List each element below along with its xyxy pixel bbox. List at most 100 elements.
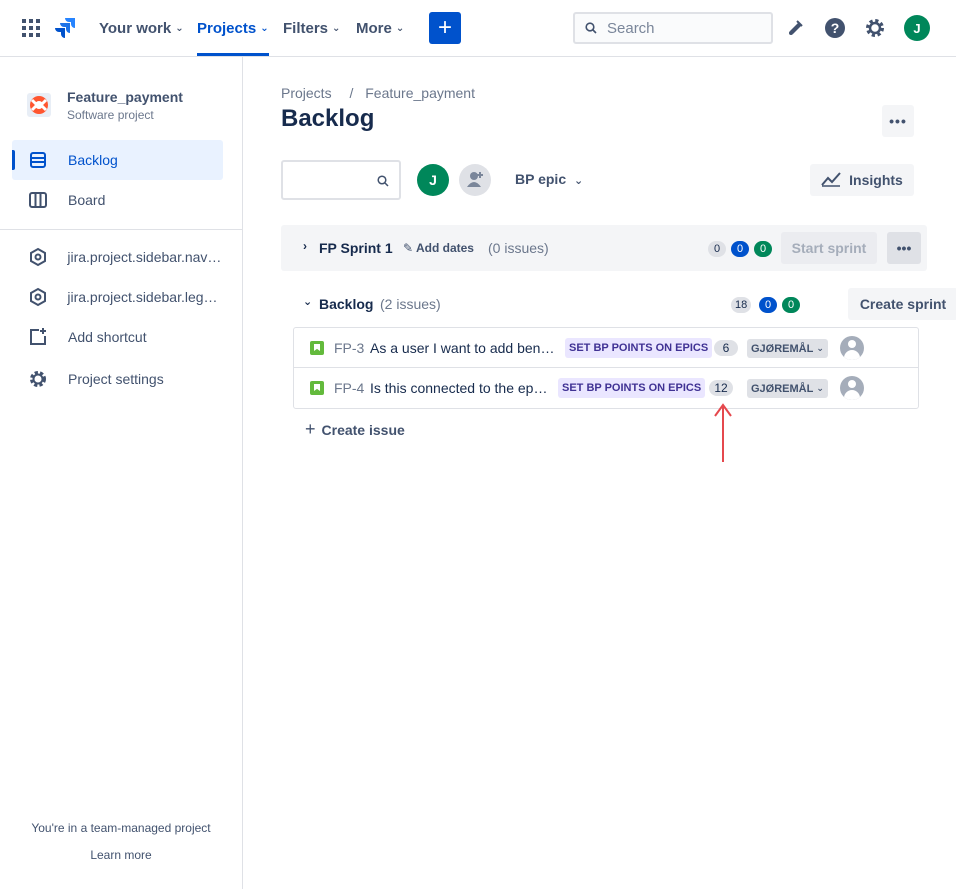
issue-summary[interactable]: As a user I want to add beneficiaries <box>370 340 556 356</box>
nav-label: More <box>356 19 392 37</box>
backlog-header: ⌄ Backlog (2 issues) 18 0 0 Create sprin… <box>281 287 956 321</box>
sidebar-item-label: Add shortcut <box>68 329 147 345</box>
nav-more[interactable]: More ⌄ <box>356 0 404 56</box>
help-icon[interactable]: ? <box>821 14 849 42</box>
sidebar-item-label: Project settings <box>68 371 164 387</box>
epic-filter-label: BP epic <box>515 171 567 187</box>
insights-button[interactable]: Insights <box>810 164 914 196</box>
issue-key[interactable]: FP-4 <box>334 380 364 396</box>
search-box[interactable] <box>573 12 773 44</box>
story-points-badge[interactable]: 12 <box>709 380 733 396</box>
more-icon: ••• <box>889 113 907 129</box>
epic-lozenge[interactable]: SET BP POINTS ON EPICS <box>558 378 706 398</box>
in-progress-count-badge: 0 <box>759 297 777 313</box>
board-icon <box>26 188 50 212</box>
main-content: Projects / Feature_payment Backlog ••• J… <box>243 57 956 889</box>
issue-key[interactable]: FP-3 <box>334 340 364 356</box>
todo-count-badge: 0 <box>708 241 726 257</box>
nav-label: Projects <box>197 19 257 37</box>
hexagon-icon <box>26 245 49 269</box>
sprint-issue-count: (0 issues) <box>488 240 549 256</box>
nav-projects[interactable]: Projects ⌄ <box>197 0 269 56</box>
create-button[interactable]: + <box>429 12 461 44</box>
start-sprint-button[interactable]: Start sprint <box>781 232 877 264</box>
create-issue-label: Create issue <box>321 421 405 438</box>
create-sprint-button[interactable]: Create sprint <box>848 288 956 320</box>
sidebar-divider <box>0 229 242 230</box>
status-dropdown[interactable]: GJØREMÅL ⌄ <box>747 379 828 398</box>
hexagon-icon <box>26 285 49 309</box>
project-name[interactable]: Feature_payment <box>67 89 183 105</box>
add-dates-link[interactable]: ✎ Add dates <box>403 241 474 255</box>
chevron-down-icon[interactable]: ⌄ <box>303 295 312 308</box>
sidebar-item-label: Board <box>68 192 106 208</box>
issue-summary[interactable]: Is this connected to the epic? <box>370 380 548 396</box>
sidebar-item-legacy[interactable]: jira.project.sidebar.legacy.item <box>12 277 223 317</box>
profile-avatar[interactable]: J <box>904 15 930 41</box>
annotation-arrow-icon <box>714 403 732 462</box>
settings-gear-icon[interactable] <box>861 14 889 42</box>
project-avatar-icon <box>27 93 51 117</box>
nav-filters[interactable]: Filters ⌄ <box>283 0 340 56</box>
backlog-issue-count: (2 issues) <box>380 296 441 312</box>
done-count-badge: 0 <box>754 241 772 257</box>
chevron-right-icon[interactable]: › <box>303 239 307 253</box>
page-title: Backlog <box>281 105 375 132</box>
epic-filter-dropdown[interactable]: BP epic ⌄ <box>515 171 583 187</box>
chevron-down-icon: ⌄ <box>395 22 405 34</box>
backlog-icon <box>26 148 50 172</box>
breadcrumb: Projects / Feature_payment <box>281 85 481 101</box>
add-people-button[interactable] <box>459 164 491 196</box>
sidebar-item-label: jira.project.sidebar.legacy.item <box>67 289 223 305</box>
more-icon: ••• <box>896 240 912 256</box>
jira-logo-icon[interactable] <box>54 17 76 39</box>
nav-label: Your work <box>99 19 172 37</box>
notifications-icon[interactable] <box>781 14 809 42</box>
sidebar-item-label: jira.project.sidebar.navigation.item <box>67 249 223 265</box>
sidebar-item-backlog[interactable]: Backlog <box>12 140 223 180</box>
chevron-down-icon: ⌄ <box>175 22 184 34</box>
plus-icon: + <box>305 419 316 439</box>
plus-icon: + <box>437 14 452 41</box>
chevron-down-icon: ⌄ <box>816 343 824 353</box>
breadcrumb-separator: / <box>349 85 354 101</box>
project-type: Software project <box>67 108 154 122</box>
add-dates-label: Add dates <box>415 241 474 255</box>
chevron-down-icon: ⌄ <box>260 22 269 34</box>
sidebar-item-navigation[interactable]: jira.project.sidebar.navigation.item <box>12 237 223 277</box>
chevron-down-icon: ⌄ <box>816 383 824 393</box>
breadcrumb-projects[interactable]: Projects <box>281 85 332 101</box>
breadcrumb-project[interactable]: Feature_payment <box>365 85 475 101</box>
project-sidebar: Feature_payment Software project Backlog… <box>0 57 243 889</box>
issue-row[interactable]: FP-3 As a user I want to add beneficiari… <box>294 328 918 368</box>
chart-icon <box>821 171 849 190</box>
search-input[interactable] <box>607 19 757 37</box>
nav-your-work[interactable]: Your work ⌄ <box>99 0 184 56</box>
done-count-badge: 0 <box>782 297 800 313</box>
more-actions-button[interactable]: ••• <box>882 105 914 137</box>
assignee-filter-avatar[interactable]: J <box>417 164 449 196</box>
unassigned-avatar-icon[interactable] <box>840 376 864 400</box>
app-switcher-icon[interactable] <box>22 19 40 37</box>
sidebar-item-board[interactable]: Board <box>12 180 223 220</box>
create-issue-button[interactable]: + Create issue <box>305 419 405 440</box>
status-dropdown[interactable]: GJØREMÅL ⌄ <box>747 339 828 358</box>
backlog-search-input[interactable] <box>281 160 401 200</box>
gear-icon <box>26 367 50 391</box>
status-label: GJØREMÅL <box>751 382 814 395</box>
pencil-icon: ✎ <box>403 241 414 255</box>
sidebar-item-add-shortcut[interactable]: Add shortcut <box>12 317 223 357</box>
learn-more-link[interactable]: Learn more <box>0 848 242 862</box>
epic-lozenge[interactable]: SET BP POINTS ON EPICS <box>565 338 713 358</box>
sprint-container: › FP Sprint 1 ✎ Add dates (0 issues) 0 0… <box>281 225 927 271</box>
sidebar-item-project-settings[interactable]: Project settings <box>12 359 223 399</box>
unassigned-avatar-icon[interactable] <box>840 336 864 360</box>
sprint-name[interactable]: FP Sprint 1 <box>319 240 393 256</box>
story-icon <box>310 381 324 395</box>
story-points-badge[interactable]: 6 <box>714 340 738 356</box>
team-managed-notice: You're in a team-managed project <box>31 821 211 835</box>
search-icon <box>377 174 389 190</box>
add-shortcut-icon <box>26 325 50 349</box>
issue-row[interactable]: FP-4 Is this connected to the epic? SET … <box>294 368 918 408</box>
sprint-more-button[interactable]: ••• <box>887 232 921 264</box>
